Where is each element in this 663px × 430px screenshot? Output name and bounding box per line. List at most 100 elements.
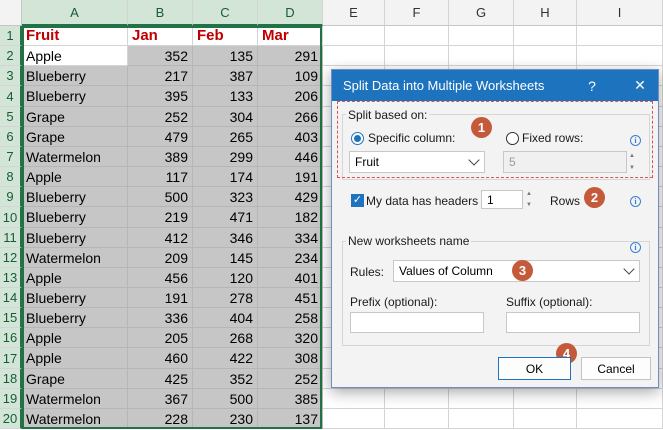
table-cell[interactable]: 308	[258, 348, 323, 369]
table-cell[interactable]	[577, 409, 663, 429]
column-header[interactable]: H	[514, 0, 577, 26]
header-cell[interactable]	[449, 26, 514, 46]
table-cell[interactable]: Grape	[22, 127, 128, 147]
close-button[interactable]: ✕	[622, 70, 658, 101]
header-cell[interactable]	[323, 26, 385, 46]
column-header[interactable]: B	[128, 0, 193, 26]
header-cell[interactable]	[577, 26, 663, 46]
cancel-button[interactable]: Cancel	[581, 357, 651, 380]
table-cell[interactable]: 425	[128, 369, 193, 389]
header-cell[interactable]: Fruit	[22, 26, 128, 46]
table-cell[interactable]	[577, 46, 663, 66]
table-cell[interactable]: Watermelon	[22, 409, 128, 429]
table-cell[interactable]: 352	[193, 369, 258, 389]
table-cell[interactable]: 228	[128, 409, 193, 429]
suffix-input[interactable]	[506, 312, 640, 333]
table-cell[interactable]: 133	[193, 86, 258, 107]
row-header[interactable]: 4	[0, 86, 22, 107]
table-cell[interactable]	[514, 46, 577, 66]
column-header[interactable]: C	[193, 0, 258, 26]
table-cell[interactable]: 135	[193, 46, 258, 66]
table-cell[interactable]: Apple	[22, 348, 128, 369]
table-cell[interactable]: 117	[128, 167, 193, 187]
table-cell[interactable]: 230	[193, 409, 258, 429]
header-cell[interactable]	[385, 26, 449, 46]
table-cell[interactable]: 252	[258, 369, 323, 389]
table-cell[interactable]: 429	[258, 187, 323, 207]
row-header[interactable]: 8	[0, 167, 22, 187]
table-cell[interactable]: 209	[128, 248, 193, 268]
spin-down-icon[interactable]: ▼	[526, 202, 532, 208]
table-cell[interactable]: 219	[128, 207, 193, 228]
row-header[interactable]: 2	[0, 46, 22, 66]
table-cell[interactable]: 367	[128, 389, 193, 409]
row-header[interactable]: 17	[0, 348, 22, 369]
table-cell[interactable]	[323, 409, 385, 429]
table-cell[interactable]: 471	[193, 207, 258, 228]
table-cell[interactable]: 304	[193, 107, 258, 127]
table-cell[interactable]: 191	[128, 288, 193, 308]
table-cell[interactable]: 252	[128, 107, 193, 127]
ok-button[interactable]: OK	[498, 357, 571, 380]
help-button[interactable]: ?	[574, 70, 610, 101]
row-header[interactable]: 15	[0, 308, 22, 328]
table-cell[interactable]: 206	[258, 86, 323, 107]
header-cell[interactable]	[514, 26, 577, 46]
table-cell[interactable]: 403	[258, 127, 323, 147]
table-cell[interactable]	[449, 409, 514, 429]
column-header[interactable]: G	[449, 0, 514, 26]
table-cell[interactable]	[514, 409, 577, 429]
table-cell[interactable]: Watermelon	[22, 147, 128, 167]
row-header[interactable]: 14	[0, 288, 22, 308]
column-header[interactable]: E	[323, 0, 385, 26]
table-cell[interactable]: 278	[193, 288, 258, 308]
table-cell[interactable]: 500	[128, 187, 193, 207]
table-cell[interactable]: 395	[128, 86, 193, 107]
table-cell[interactable]: 265	[193, 127, 258, 147]
row-header[interactable]: 1	[0, 26, 22, 46]
spin-up-icon[interactable]: ▲	[526, 191, 532, 197]
table-cell[interactable]: 137	[258, 409, 323, 429]
table-cell[interactable]: 205	[128, 328, 193, 348]
table-cell[interactable]: 145	[193, 248, 258, 268]
table-cell[interactable]: 334	[258, 228, 323, 248]
row-header[interactable]: 20	[0, 409, 22, 429]
table-cell[interactable]: 387	[193, 66, 258, 86]
table-cell[interactable]: Apple	[22, 46, 128, 66]
column-header[interactable]: A	[22, 0, 128, 26]
table-cell[interactable]: 234	[258, 248, 323, 268]
table-cell[interactable]: Blueberry	[22, 308, 128, 328]
table-cell[interactable]: Blueberry	[22, 288, 128, 308]
table-cell[interactable]: Watermelon	[22, 248, 128, 268]
table-cell[interactable]: Grape	[22, 369, 128, 389]
table-cell[interactable]: 389	[128, 147, 193, 167]
row-header[interactable]: 12	[0, 248, 22, 268]
row-header[interactable]: 3	[0, 66, 22, 86]
column-header[interactable]: I	[577, 0, 663, 26]
table-cell[interactable]	[449, 46, 514, 66]
table-cell[interactable]: 323	[193, 187, 258, 207]
row-header[interactable]: 16	[0, 328, 22, 348]
table-cell[interactable]: 320	[258, 328, 323, 348]
table-cell[interactable]: 401	[258, 268, 323, 288]
table-cell[interactable]: 422	[193, 348, 258, 369]
row-header[interactable]: 10	[0, 207, 22, 228]
dialog-titlebar[interactable]: Split Data into Multiple Worksheets ? ✕	[332, 70, 658, 101]
column-header[interactable]: D	[258, 0, 323, 26]
table-cell[interactable]: 385	[258, 389, 323, 409]
info-icon[interactable]: i	[630, 242, 641, 253]
table-cell[interactable]	[514, 389, 577, 409]
table-cell[interactable]: Grape	[22, 107, 128, 127]
header-cell[interactable]: Mar	[258, 26, 323, 46]
table-cell[interactable]: 352	[128, 46, 193, 66]
row-header[interactable]: 6	[0, 127, 22, 147]
table-cell[interactable]	[323, 46, 385, 66]
table-cell[interactable]	[385, 409, 449, 429]
row-header[interactable]: 7	[0, 147, 22, 167]
row-header[interactable]: 11	[0, 228, 22, 248]
row-header[interactable]: 19	[0, 389, 22, 409]
table-cell[interactable]: 456	[128, 268, 193, 288]
table-cell[interactable]: 460	[128, 348, 193, 369]
row-header[interactable]: 9	[0, 187, 22, 207]
headers-label[interactable]: My data has headers	[366, 194, 478, 208]
